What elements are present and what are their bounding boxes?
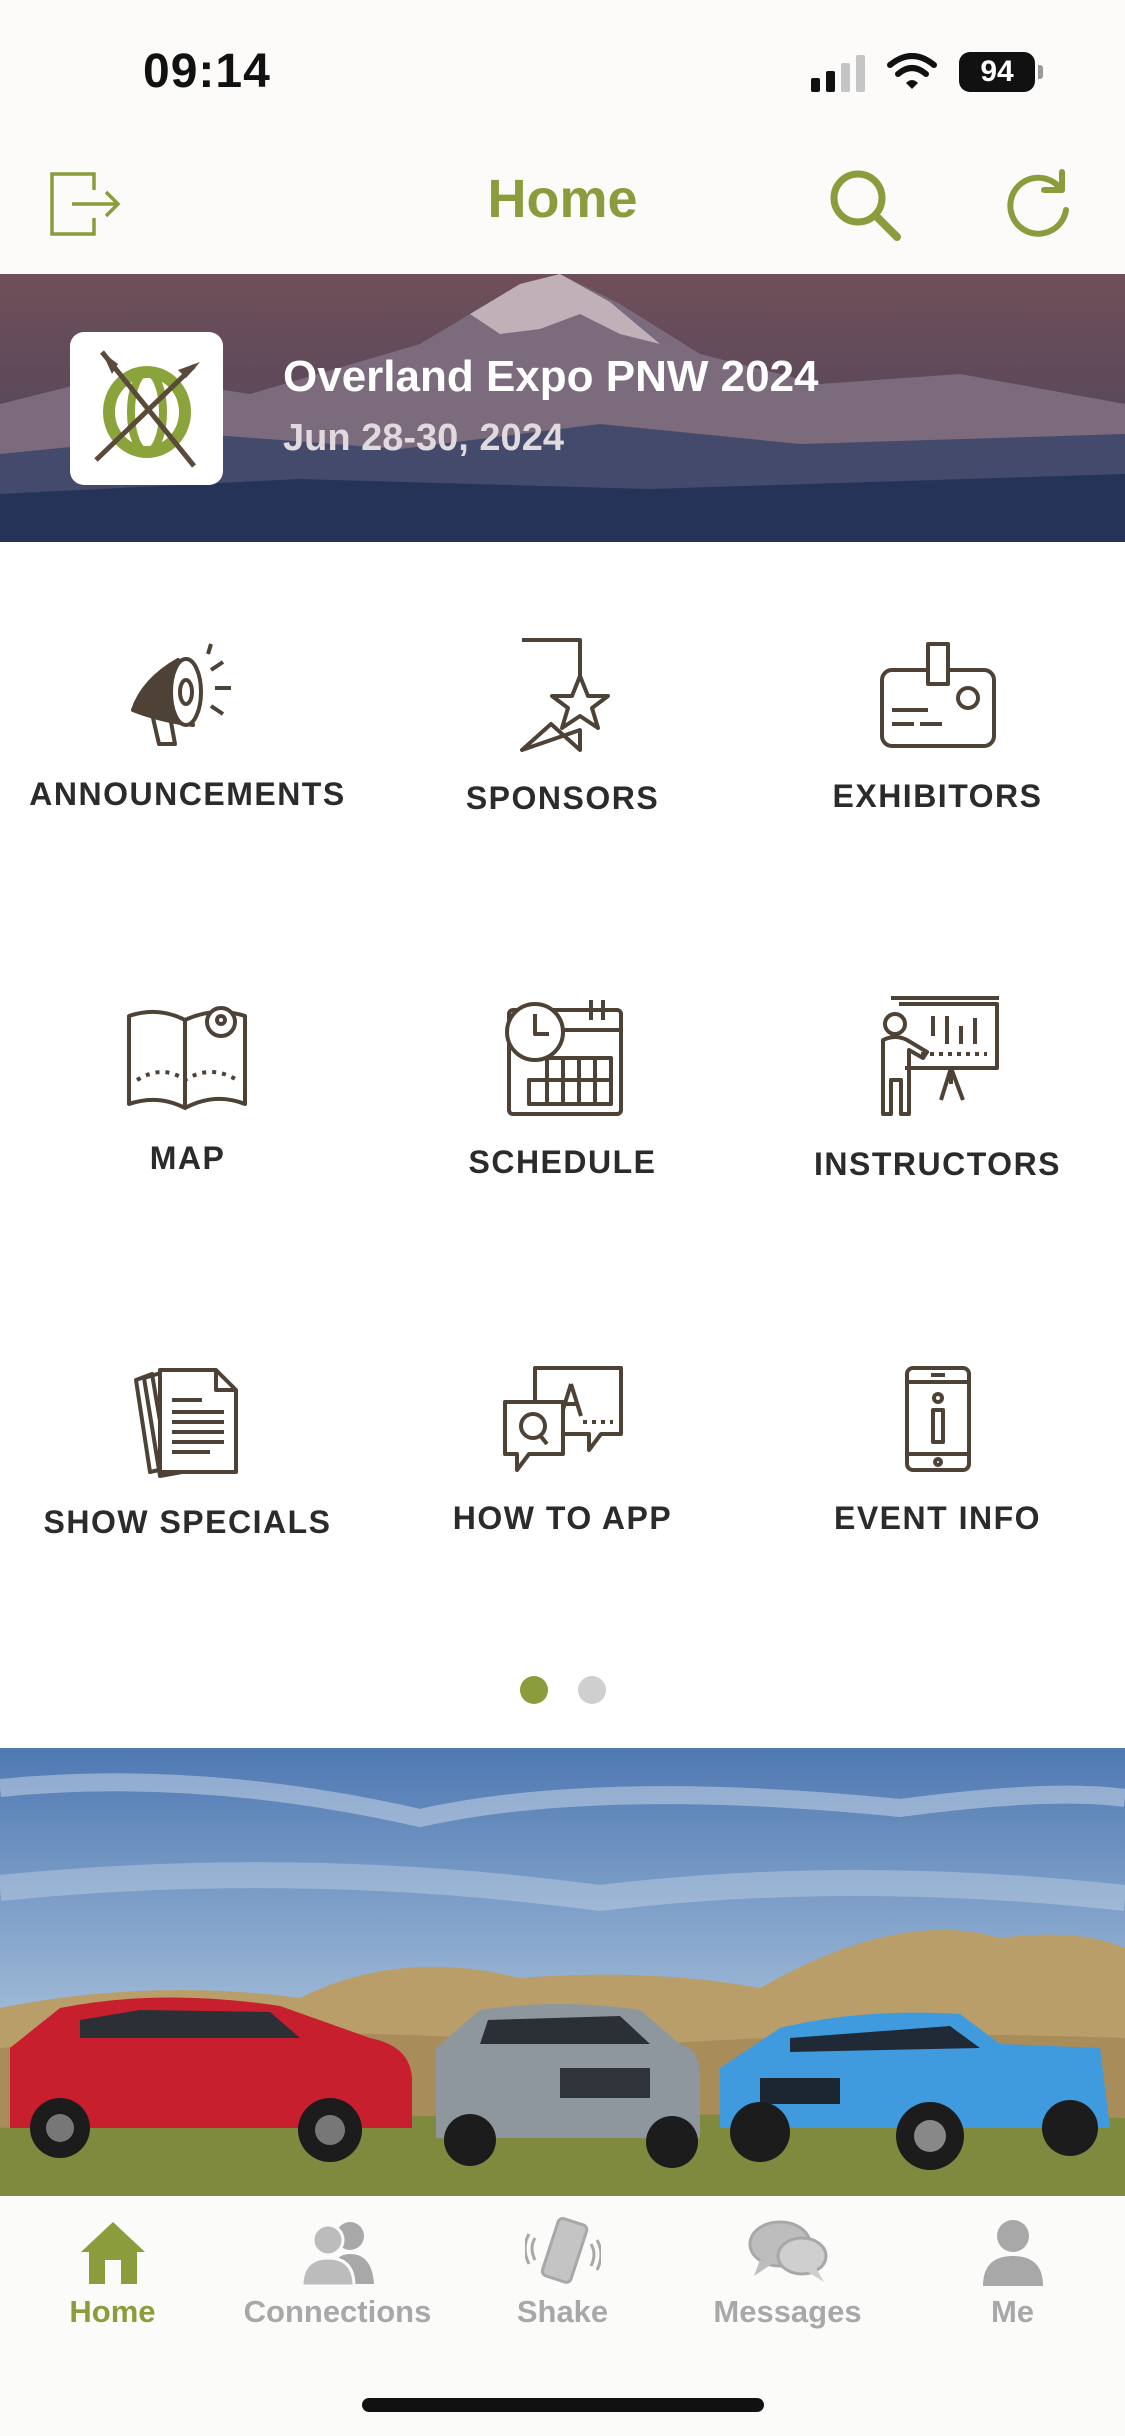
people-icon	[299, 2222, 374, 2288]
status-time: 09:14	[143, 45, 271, 98]
tab-label: Messages	[713, 2294, 862, 2329]
shake-phone-icon	[524, 2217, 601, 2284]
tab-label: Home	[69, 2294, 156, 2329]
tab-shake[interactable]: Shake	[450, 2196, 675, 2330]
event-dates: Jun 28-30, 2024	[283, 417, 564, 459]
grid-item-label: ANNOUNCEMENTS	[29, 776, 346, 812]
app-header: Home	[0, 140, 1125, 274]
event-banner[interactable]: Overland Expo PNW 2024 Jun 28-30, 2024	[0, 274, 1125, 542]
grid-item-exhibitors[interactable]: EXHIBITORS	[750, 640, 1125, 815]
page-dot-1[interactable]	[519, 1676, 548, 1704]
tab-label: Connections	[243, 2294, 432, 2329]
grid-item-label: HOW TO APP	[452, 1500, 673, 1536]
grid-item-schedule[interactable]: SCHEDULE	[375, 996, 750, 1181]
sponsor-ad-banner[interactable]	[0, 1748, 1125, 2196]
grid-item-label: SCHEDULE	[468, 1144, 657, 1180]
grid-item-label: SHOW SPECIALS	[43, 1504, 332, 1540]
tab-label: Shake	[516, 2294, 609, 2329]
status-icons: 94	[811, 52, 1043, 92]
tab-me[interactable]: Me	[900, 2196, 1125, 2330]
documents-icon	[133, 1368, 238, 1478]
calendar-clock-icon	[504, 1000, 623, 1116]
badge-icon	[879, 642, 996, 748]
grid-item-label: SPONSORS	[465, 780, 660, 816]
grid-item-map[interactable]: MAP	[0, 1000, 375, 1177]
refresh-button[interactable]	[996, 162, 1080, 246]
page-title: Home	[487, 169, 638, 229]
bookmark-star-icon	[519, 638, 610, 752]
tab-connections[interactable]: Connections	[225, 2196, 450, 2330]
megaphone-icon	[130, 643, 231, 746]
battery-icon: 94	[959, 52, 1043, 92]
person-icon	[982, 2220, 1043, 2286]
event-name: Overland Expo PNW 2024	[283, 352, 819, 401]
grid-item-label: MAP	[149, 1140, 226, 1176]
grid-item-label: INSTRUCTORS	[813, 1146, 1062, 1182]
page-dot-2[interactable]	[577, 1676, 606, 1704]
tab-messages[interactable]: Messages	[675, 2196, 900, 2330]
tab-label: Me	[990, 2294, 1035, 2329]
phone-info-icon	[904, 1366, 971, 1472]
home-icon	[80, 2222, 145, 2284]
home-indicator[interactable]	[362, 2398, 764, 2412]
grid-item-event-info[interactable]: EVENT INFO	[750, 1364, 1125, 1537]
wifi-icon	[887, 53, 937, 89]
vehicles-advertisement-image	[0, 1748, 1125, 2196]
grid-item-show-specials[interactable]: SHOW SPECIALS	[0, 1364, 375, 1541]
page-indicator	[0, 1676, 1125, 1704]
compass-logo-icon	[93, 349, 200, 468]
grid-item-announcements[interactable]: ANNOUNCEMENTS	[0, 640, 375, 813]
search-button[interactable]	[822, 162, 906, 246]
presenter-icon	[880, 996, 999, 1116]
qa-icon	[502, 1366, 623, 1472]
map-icon	[126, 1006, 247, 1110]
cellular-signal-icon	[811, 52, 865, 92]
grid-item-sponsors[interactable]: SPONSORS	[375, 636, 750, 817]
grid-item-how-to-app[interactable]: HOW TO APP	[375, 1364, 750, 1537]
grid-item-label: EXHIBITORS	[832, 778, 1043, 814]
chat-bubbles-icon	[748, 2220, 827, 2282]
tab-home[interactable]: Home	[0, 2196, 225, 2330]
grid-item-instructors[interactable]: INSTRUCTORS	[750, 996, 1125, 1183]
event-logo	[70, 332, 223, 485]
search-icon	[830, 170, 901, 241]
status-bar: 09:14 94	[0, 0, 1125, 140]
refresh-icon	[1007, 169, 1069, 237]
battery-level: 94	[980, 55, 1014, 88]
grid-item-label: EVENT INFO	[833, 1500, 1041, 1536]
